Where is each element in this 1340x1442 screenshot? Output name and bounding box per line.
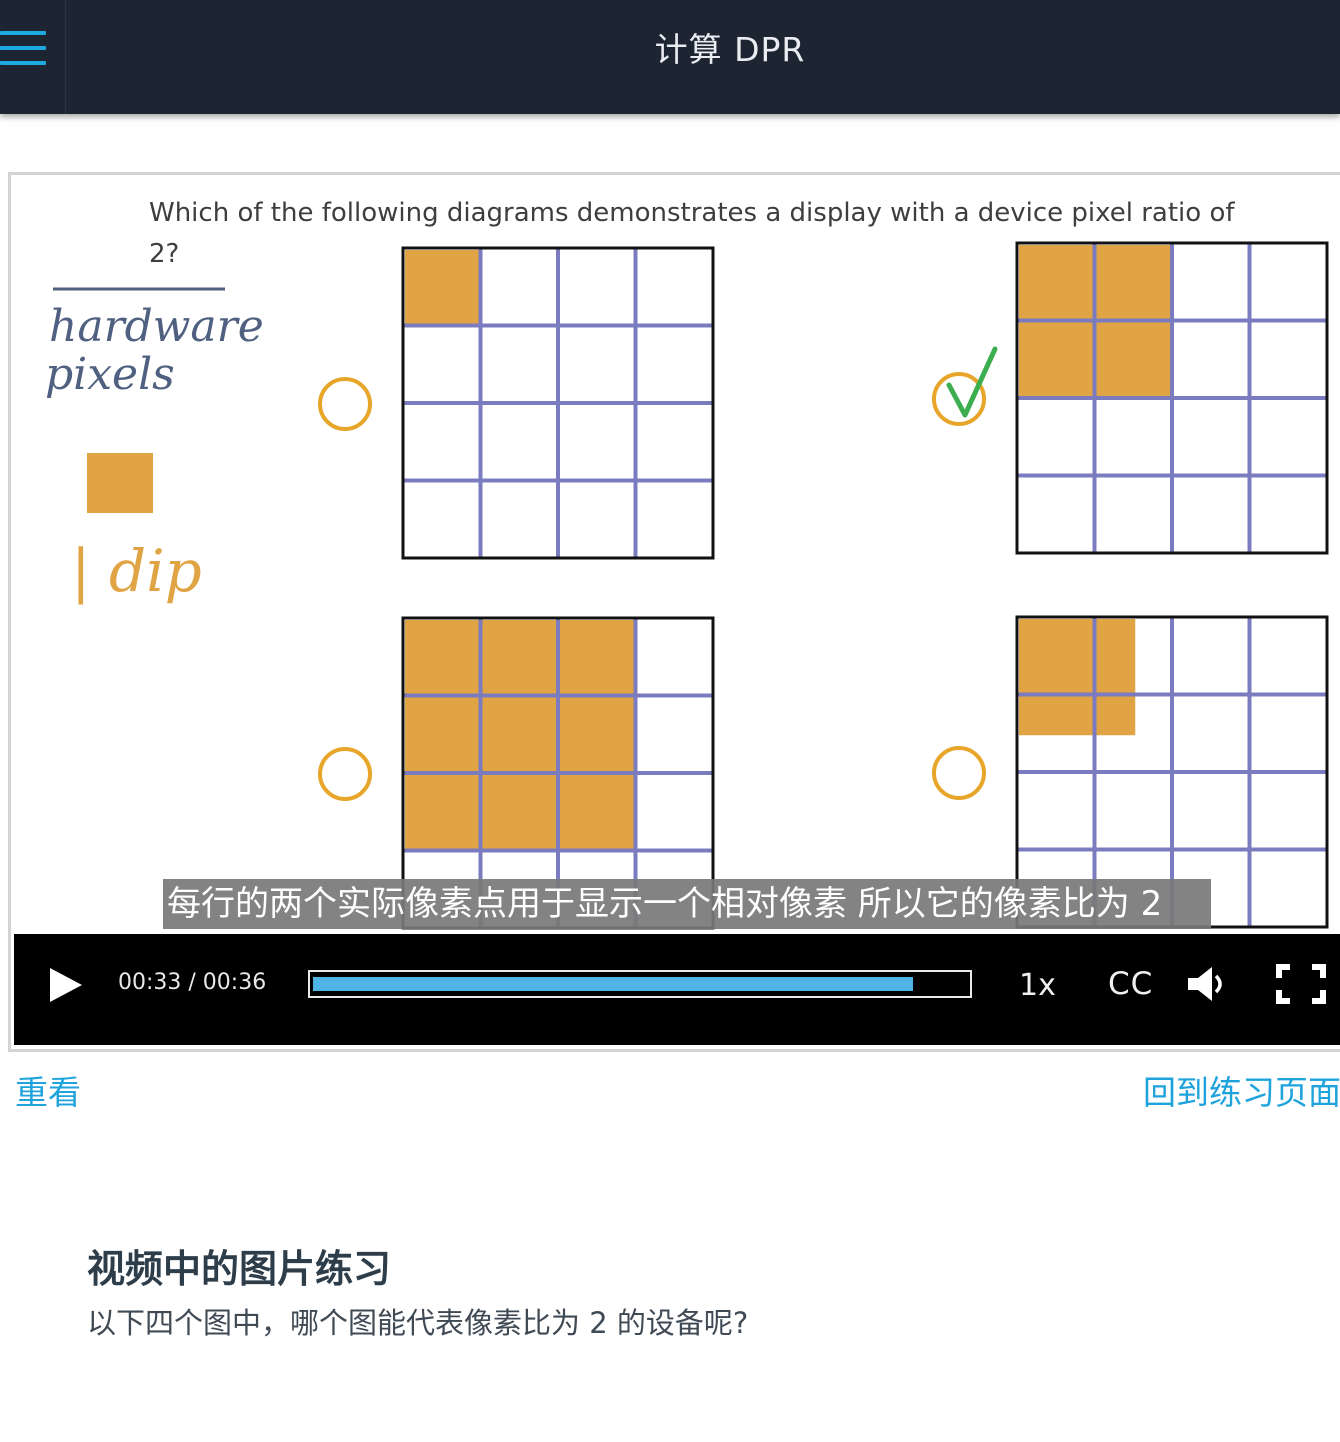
section-title: 视频中的图片练习 (87, 1247, 392, 1291)
page-title: 计算 DPR (654, 30, 806, 69)
section-description: 以下四个图中，哪个图能代表像素比为 2 的设备呢? (87, 1306, 749, 1340)
video-subtitle: 每行的两个实际像素点用于显示一个相对像素 所以它的像素比为 2 (163, 879, 1211, 929)
question-text-line1: Which of the following diagrams demonstr… (149, 198, 1235, 228)
option-3-radio[interactable] (318, 747, 372, 801)
captions-button[interactable]: CC (1108, 966, 1153, 1002)
progress-bar[interactable] (308, 970, 972, 998)
option-4-radio[interactable] (932, 746, 986, 800)
top-bar: 计算 DPR (0, 0, 1340, 114)
grid-1-filled-area (405, 250, 483, 328)
play-icon[interactable] (44, 964, 84, 1006)
video-controls: 00:33 / 00:36 1x CC (14, 934, 1340, 1045)
grid-4-filled-area (1019, 619, 1136, 736)
legend-dip-label: | dip (71, 537, 202, 605)
check-mark-icon (946, 346, 998, 418)
option-1-radio[interactable] (318, 377, 372, 431)
fullscreen-icon[interactable] (1276, 964, 1326, 1004)
legend-hardware-label: hardware (49, 301, 264, 352)
playback-speed-button[interactable]: 1x (1019, 968, 1056, 1003)
video-player: Which of the following diagrams demonstr… (8, 172, 1340, 1052)
video-frame-drawing: Which of the following diagrams demonstr… (45, 198, 1329, 930)
volume-icon[interactable] (1186, 964, 1228, 1004)
legend-pixels-label: pixels (45, 349, 175, 400)
time-display: 00:33 / 00:36 (118, 970, 267, 995)
back-to-exercise-link[interactable]: 回到练习页面 (1143, 1066, 1340, 1114)
grid-3-filled-area (405, 620, 638, 853)
question-text-line2: 2? (149, 239, 179, 269)
video-frame[interactable]: Which of the following diagrams demonstr… (11, 175, 1340, 934)
progress-fill (313, 977, 913, 991)
legend-dip-swatch (87, 453, 153, 513)
rewatch-link[interactable]: 重看 (15, 1066, 81, 1114)
